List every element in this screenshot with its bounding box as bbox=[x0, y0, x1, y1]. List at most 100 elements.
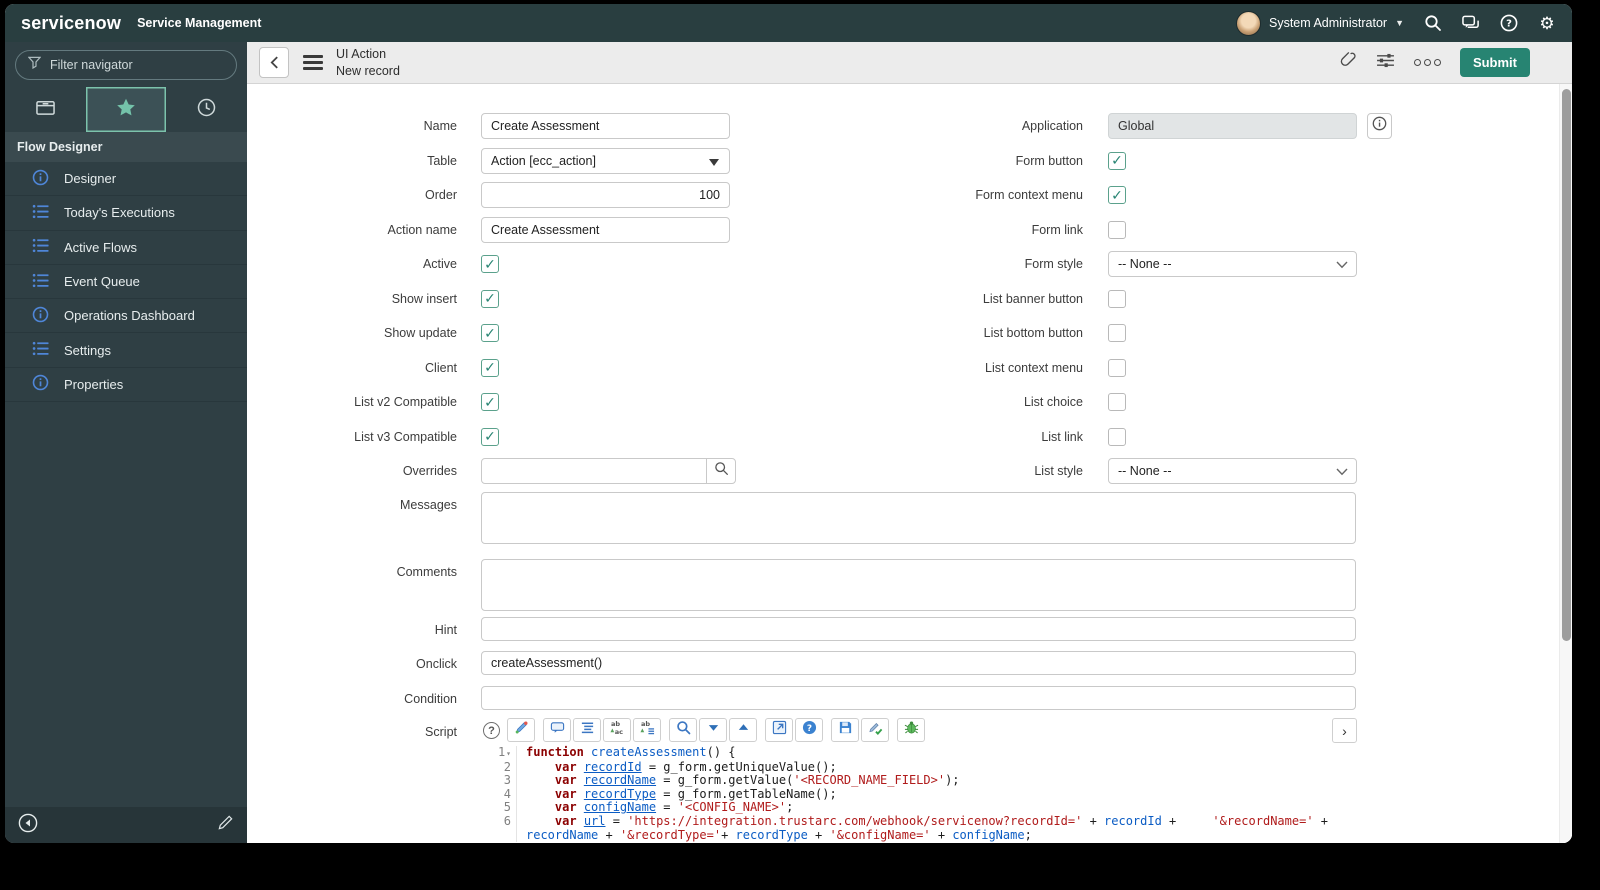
application-field: Global bbox=[1108, 113, 1357, 139]
application-info-button[interactable] bbox=[1367, 113, 1392, 139]
table-select[interactable]: Action [ecc_action] bbox=[481, 147, 730, 174]
tab-favorites[interactable] bbox=[85, 87, 167, 132]
sidebar-item-today-s-executions[interactable]: Today's Executions bbox=[5, 196, 247, 231]
info-circle-icon bbox=[32, 374, 49, 394]
fold-arrow-icon[interactable]: ▾ bbox=[506, 749, 511, 758]
product-name: Service Management bbox=[137, 16, 262, 30]
list-style-select[interactable]: -- None -- bbox=[1108, 458, 1357, 484]
code-line-row: 6 var url = 'https://integration.trustar… bbox=[481, 814, 1356, 843]
show-insert-checkbox[interactable] bbox=[481, 289, 499, 308]
validate-button[interactable] bbox=[861, 718, 889, 742]
condition-field[interactable] bbox=[481, 686, 1356, 710]
list-choice-checkbox[interactable] bbox=[1108, 393, 1126, 411]
find-previous-button[interactable] bbox=[729, 718, 757, 742]
scrollbar-thumb[interactable] bbox=[1562, 89, 1571, 641]
script-help-icon[interactable]: ? bbox=[483, 722, 500, 739]
code-line-row: 5 var configName = '<CONFIG_NAME>'; bbox=[481, 801, 1356, 815]
code-line-text: var recordId = g_form.getUniqueValue(); bbox=[554, 759, 837, 774]
list-context-menu-checkbox[interactable] bbox=[1108, 358, 1126, 377]
list-v3-compatible-checkbox[interactable] bbox=[481, 427, 499, 446]
sidebar-item-active-flows[interactable]: Active Flows bbox=[5, 231, 247, 265]
save-button[interactable] bbox=[831, 718, 859, 742]
sidebar-item-properties[interactable]: Properties bbox=[5, 368, 247, 403]
format-code-icon bbox=[580, 720, 595, 740]
field-label: Form style bbox=[1024, 257, 1083, 271]
box-icon bbox=[35, 98, 56, 122]
form-style-select[interactable]: -- None -- bbox=[1108, 251, 1357, 277]
context-menu-icon[interactable] bbox=[303, 52, 323, 73]
sidebar-item-designer[interactable]: Designer bbox=[5, 162, 247, 197]
code-line-text: function createAssessment() { bbox=[526, 745, 736, 759]
name-field[interactable]: Create Assessment bbox=[481, 113, 730, 139]
tab-all-applications[interactable] bbox=[5, 87, 86, 132]
code-line-row: 1▾ function createAssessment() { bbox=[481, 745, 1356, 761]
help-icon[interactable]: ? bbox=[1500, 14, 1518, 32]
sidebar-item-event-queue[interactable]: Event Queue bbox=[5, 265, 247, 300]
chat-icon[interactable] bbox=[1462, 14, 1480, 32]
submit-button[interactable]: Submit bbox=[1459, 48, 1530, 77]
form-context-menu-checkbox[interactable] bbox=[1108, 186, 1126, 204]
search-button[interactable] bbox=[669, 718, 697, 742]
form-button-checkbox[interactable] bbox=[1108, 151, 1126, 170]
more-options-icon[interactable] bbox=[1413, 59, 1441, 66]
selected-value: -- None -- bbox=[1118, 464, 1172, 478]
field-label: Client bbox=[425, 360, 457, 375]
field-label: List v2 Compatible bbox=[354, 395, 457, 409]
sidebar-item-settings[interactable]: Settings bbox=[5, 333, 247, 368]
line-number: 5 bbox=[481, 801, 517, 815]
filter-navigator-input[interactable]: Filter navigator bbox=[15, 50, 237, 80]
expand-editor-button[interactable]: › bbox=[1332, 718, 1357, 743]
search-icon[interactable] bbox=[1424, 14, 1442, 32]
form-link-checkbox[interactable] bbox=[1108, 220, 1126, 239]
field-label: Table bbox=[427, 153, 457, 168]
collapse-icon[interactable] bbox=[18, 813, 38, 838]
pencil-icon[interactable] bbox=[217, 814, 234, 836]
field-label: Form context menu bbox=[975, 188, 1083, 202]
format-code-button[interactable] bbox=[573, 718, 601, 742]
validate-icon bbox=[868, 720, 883, 740]
open-window-button[interactable] bbox=[765, 718, 793, 742]
find-next-button[interactable] bbox=[699, 718, 727, 742]
active-checkbox[interactable] bbox=[481, 255, 499, 273]
script-code-editor[interactable]: 1▾ function createAssessment() {2 var rec… bbox=[481, 745, 1356, 843]
list-icon bbox=[32, 272, 49, 292]
search-icon bbox=[676, 720, 691, 740]
attachment-icon[interactable] bbox=[1339, 51, 1357, 74]
messages-field[interactable] bbox=[481, 492, 1356, 544]
overrides-lookup-button[interactable] bbox=[706, 458, 736, 484]
syntax-editor-button[interactable] bbox=[507, 718, 535, 742]
comment-button[interactable] bbox=[543, 718, 571, 742]
show-update-checkbox[interactable] bbox=[481, 324, 499, 342]
code-line-row: 4 var recordType = g_form.getTableName()… bbox=[481, 787, 1356, 802]
back-button[interactable] bbox=[259, 47, 289, 78]
servicenow-logo[interactable]: servicenow bbox=[21, 13, 121, 34]
search-icon bbox=[714, 461, 729, 481]
api-help-button[interactable]: ? bbox=[795, 718, 823, 742]
vertical-scrollbar bbox=[1559, 84, 1572, 843]
hint-field[interactable] bbox=[481, 617, 1356, 641]
list-banner-button-checkbox[interactable] bbox=[1108, 289, 1126, 308]
sidebar-item-operations-dashboard[interactable]: Operations Dashboard bbox=[5, 299, 247, 334]
replace-all-button[interactable]: ab bbox=[633, 718, 661, 742]
debug-button[interactable] bbox=[897, 718, 925, 742]
tab-history[interactable] bbox=[166, 87, 247, 132]
client-checkbox[interactable] bbox=[481, 358, 499, 377]
order-field[interactable]: 100 bbox=[481, 182, 730, 208]
record-header: UI Action New record Submit bbox=[247, 42, 1572, 84]
user-menu[interactable]: System Administrator ▼ bbox=[1235, 10, 1404, 36]
action-name-field[interactable]: Create Assessment bbox=[481, 216, 730, 243]
list-v2-compatible-checkbox[interactable] bbox=[481, 393, 499, 411]
list-bottom-button-checkbox[interactable] bbox=[1108, 324, 1126, 342]
app-window: servicenow Service Management System Adm… bbox=[5, 4, 1572, 843]
onclick-field[interactable]: createAssessment() bbox=[481, 651, 1356, 675]
svg-text:ab: ab bbox=[610, 720, 619, 728]
replace-button[interactable]: ab ac bbox=[603, 718, 631, 742]
list-icon bbox=[32, 203, 49, 223]
gear-icon[interactable]: ⚙ bbox=[1538, 14, 1556, 32]
list-link-checkbox[interactable] bbox=[1108, 427, 1126, 446]
personalize-icon[interactable] bbox=[1376, 53, 1395, 73]
field-label: Form link bbox=[1031, 222, 1083, 237]
comments-field[interactable] bbox=[481, 559, 1356, 611]
overrides-field[interactable] bbox=[481, 458, 707, 484]
field-label: Order bbox=[425, 188, 457, 202]
